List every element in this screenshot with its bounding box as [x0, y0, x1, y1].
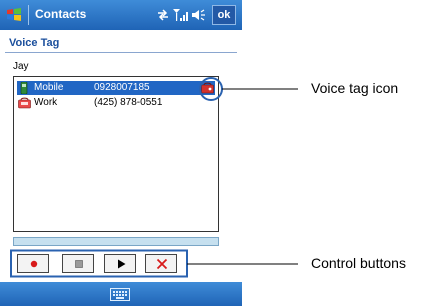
control-buttons-highlight-box	[10, 249, 188, 278]
voice-tag-icon-callout: Voice tag icon	[311, 80, 399, 96]
control-buttons-callout: Control buttons	[311, 255, 406, 271]
voice-tag-highlight-circle	[199, 77, 223, 101]
